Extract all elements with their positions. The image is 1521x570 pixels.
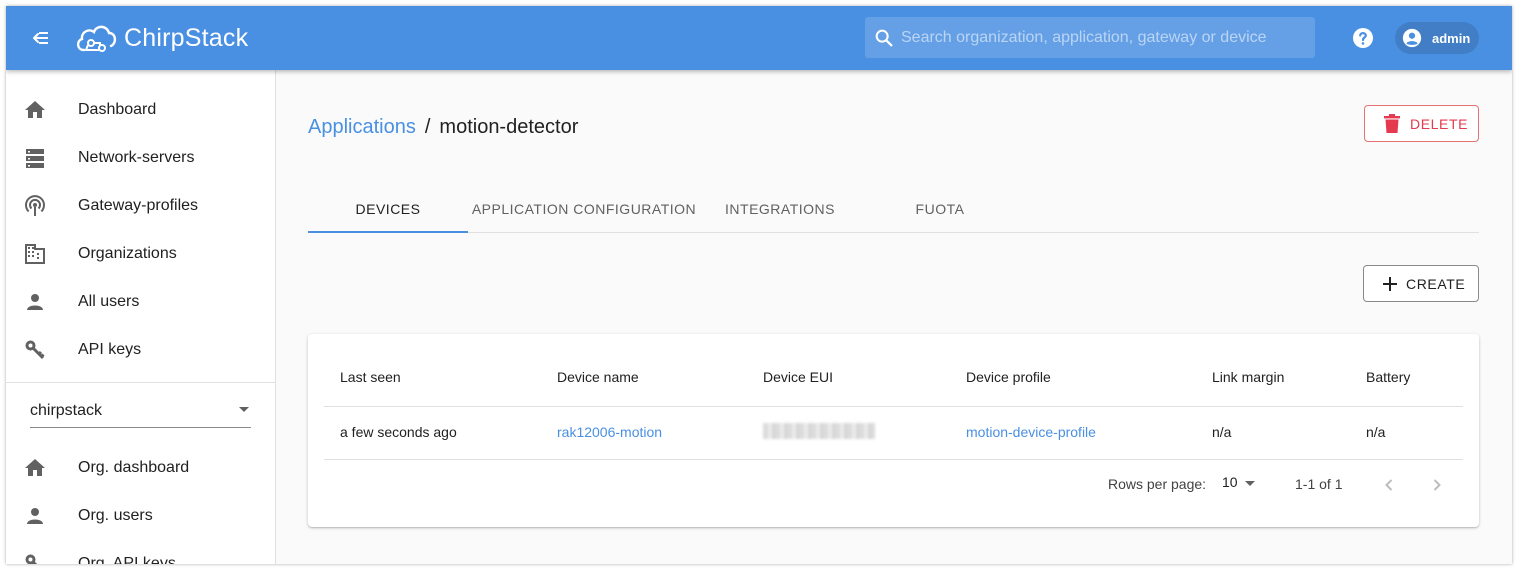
- server-icon: [26, 149, 44, 168]
- page-title: motion-detector: [439, 116, 579, 138]
- account-circle-icon: [1402, 28, 1422, 48]
- column-header-last-seen: Last seen: [340, 369, 401, 385]
- pagination-range: 1-1 of 1: [1295, 476, 1343, 492]
- account-icon: [27, 508, 43, 524]
- tab-fuota[interactable]: FUOTA: [860, 186, 1020, 232]
- tab-application-configuration[interactable]: APPLICATION CONFIGURATION: [468, 186, 700, 232]
- sidebar-item-gateway-profiles[interactable]: Gateway-profiles: [6, 182, 275, 230]
- key-icon: [25, 554, 38, 564]
- column-header-device-eui: Device EUI: [763, 369, 834, 385]
- application-tabs: DEVICES APPLICATION CONFIGURATION INTEGR…: [308, 186, 1479, 233]
- sidebar-item-network-servers[interactable]: Network-servers: [6, 134, 275, 182]
- cell-last-seen: a few seconds ago: [340, 424, 457, 440]
- device-profile-link[interactable]: motion-device-profile: [966, 424, 1096, 440]
- sidebar: Dashboard Network-servers Gateway-profil…: [6, 70, 276, 564]
- home-icon: [25, 459, 45, 476]
- username: admin: [1432, 30, 1471, 46]
- collapse-menu-button[interactable]: [26, 26, 54, 50]
- tab-devices[interactable]: DEVICES: [308, 186, 468, 233]
- search-icon: [875, 29, 893, 47]
- rows-per-page-label: Rows per page:: [1108, 476, 1207, 492]
- global-search: [865, 17, 1315, 58]
- previous-page-button[interactable]: [1377, 473, 1401, 497]
- sidebar-item-all-users[interactable]: All users: [6, 278, 275, 326]
- row-divider: [324, 459, 1463, 460]
- user-menu-button[interactable]: admin: [1395, 22, 1479, 54]
- create-button-label: CREATE: [1406, 275, 1466, 292]
- arrow-drop-down-icon: [1245, 481, 1255, 486]
- chevron-right-icon: [1433, 479, 1441, 491]
- column-header-link-margin: Link margin: [1212, 369, 1285, 385]
- sidebar-item-org-dashboard[interactable]: Org. dashboard: [6, 444, 275, 492]
- sidebar-item-api-keys[interactable]: API keys: [6, 326, 275, 374]
- column-header-battery: Battery: [1366, 369, 1411, 385]
- organization-select-value: chirpstack: [30, 402, 103, 419]
- sidebar-item-dashboard[interactable]: Dashboard: [6, 86, 275, 134]
- device-eui-redacted: [763, 423, 875, 439]
- create-device-button[interactable]: CREATE: [1363, 265, 1479, 302]
- column-header-device-profile: Device profile: [966, 369, 1051, 385]
- access-point-icon: [25, 195, 45, 216]
- help-circle-icon: [1353, 28, 1373, 48]
- device-name-link[interactable]: rak12006-motion: [557, 424, 662, 440]
- breadcrumb-separator: /: [424, 116, 431, 138]
- search-input[interactable]: [901, 17, 1311, 58]
- trash-icon: [1384, 113, 1400, 133]
- cell-link-margin: n/a: [1212, 424, 1232, 440]
- sidebar-item-org-users[interactable]: Org. users: [6, 492, 275, 540]
- delete-button[interactable]: DELETE: [1364, 105, 1479, 142]
- devices-table-card: Last seen Device name Device EUI Device …: [308, 334, 1479, 527]
- rows-per-page-value: 10: [1222, 474, 1238, 490]
- app-name: ChirpStack: [124, 23, 249, 52]
- column-header-device-name: Device name: [557, 369, 639, 385]
- app-window: ChirpStack admin: [6, 6, 1512, 564]
- arrow-drop-down-icon: [239, 407, 249, 412]
- home-icon: [25, 101, 45, 118]
- domain-icon: [25, 244, 45, 264]
- breadcrumb-applications-link[interactable]: Applications: [308, 116, 416, 139]
- tab-integrations[interactable]: INTEGRATIONS: [700, 186, 860, 232]
- sidebar-item-org-api-keys[interactable]: Org. API keys: [6, 540, 275, 564]
- sidebar-divider: [6, 382, 275, 383]
- account-icon: [27, 294, 43, 310]
- menu-open-icon: [33, 32, 48, 44]
- sidebar-item-organizations[interactable]: Organizations: [6, 230, 275, 278]
- rows-per-page-select[interactable]: 10: [1222, 474, 1260, 494]
- breadcrumb: Applications / motion-detector: [308, 116, 578, 139]
- organization-select[interactable]: chirpstack: [30, 390, 251, 428]
- next-page-button[interactable]: [1425, 473, 1449, 497]
- app-bar: ChirpStack admin: [6, 6, 1512, 70]
- header-divider: [324, 406, 1463, 407]
- chevron-left-icon: [1385, 479, 1393, 491]
- chirpstack-logo[interactable]: ChirpStack: [74, 18, 248, 58]
- delete-button-label: DELETE: [1410, 115, 1469, 132]
- cloud-logo-icon: [76, 25, 117, 52]
- help-button[interactable]: [1351, 26, 1375, 50]
- cell-battery: n/a: [1366, 424, 1386, 440]
- plus-icon: [1383, 276, 1397, 291]
- key-icon: [25, 340, 45, 360]
